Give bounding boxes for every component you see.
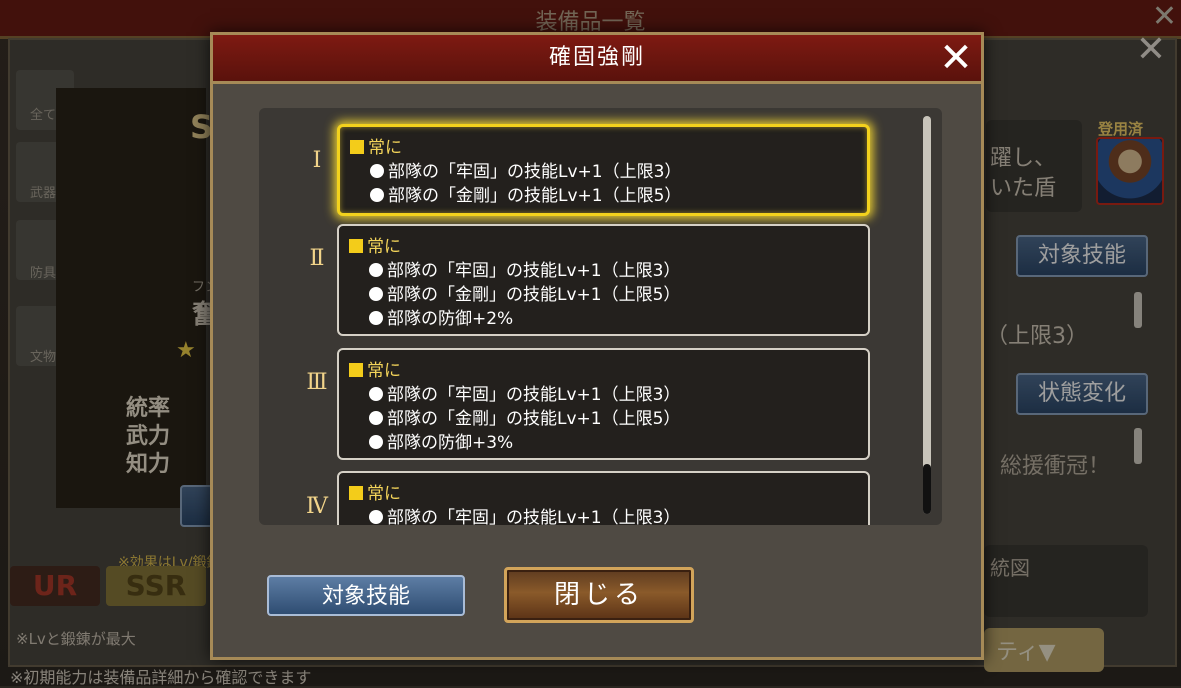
tier-condition-label: 常に bbox=[367, 484, 401, 504]
tier-numeral: Ⅱ bbox=[309, 246, 325, 271]
scrollbar-thumb[interactable] bbox=[923, 464, 931, 514]
tier-card-4[interactable]: 常に 部隊の「牢固」の技能Lv+1（上限3） bbox=[337, 471, 870, 525]
tier-effect-text: 部隊の「金剛」の技能Lv+1（上限5） bbox=[387, 285, 681, 305]
bullet-icon bbox=[369, 263, 383, 277]
tier-effect: 部隊の「牢固」の技能Lv+1（上限3） bbox=[369, 507, 680, 525]
dialog-title: 確固強剛 bbox=[548, 45, 645, 70]
tier-effect-text: 部隊の防御+3% bbox=[387, 433, 514, 453]
tier-effect: 部隊の「金剛」の技能Lv+1（上限5） bbox=[370, 185, 681, 207]
tier-condition-label: 常に bbox=[368, 138, 402, 158]
tier-condition: 常に bbox=[350, 137, 402, 159]
tier-card-2[interactable]: 常に 部隊の「牢固」の技能Lv+1（上限3） 部隊の「金剛」の技能Lv+1（上限… bbox=[337, 224, 870, 336]
tier-effect-text: 部隊の「牢固」の技能Lv+1（上限3） bbox=[387, 508, 681, 525]
tier-effect-text: 部隊の「牢固」の技能Lv+1（上限3） bbox=[387, 385, 681, 405]
tier-effect: 部隊の防御+2% bbox=[369, 308, 513, 330]
tier-effect-text: 部隊の「牢固」の技能Lv+1（上限3） bbox=[388, 162, 682, 182]
bullet-icon bbox=[369, 510, 383, 524]
tier-effect: 部隊の「牢固」の技能Lv+1（上限3） bbox=[369, 384, 680, 406]
tier-numeral: Ⅰ bbox=[312, 148, 322, 173]
tier-effect-text: 部隊の防御+2% bbox=[387, 309, 514, 329]
bullet-icon bbox=[369, 387, 383, 401]
bullet-icon bbox=[370, 188, 384, 202]
tier-effect-text: 部隊の「牢固」の技能Lv+1（上限3） bbox=[387, 261, 681, 281]
bullet-icon bbox=[369, 435, 383, 449]
tier-numeral: Ⅲ bbox=[306, 370, 328, 395]
tier-condition-label: 常に bbox=[367, 361, 401, 381]
tier-effect-text: 部隊の「金剛」の技能Lv+1（上限5） bbox=[388, 186, 682, 206]
tier-card-3[interactable]: 常に 部隊の「牢固」の技能Lv+1（上限3） 部隊の「金剛」の技能Lv+1（上限… bbox=[337, 348, 870, 460]
bullet-icon bbox=[370, 164, 384, 178]
bullet-icon bbox=[369, 287, 383, 301]
tier-effect-dialog: 確固強剛 ✕ Ⅰ 常に 部隊の「牢固」の技能Lv+1（上限3） 部隊の「金剛」の… bbox=[210, 32, 984, 660]
tier-condition: 常に bbox=[349, 360, 401, 382]
tier-list[interactable]: Ⅰ 常に 部隊の「牢固」の技能Lv+1（上限3） 部隊の「金剛」の技能Lv+1（… bbox=[259, 108, 942, 525]
square-icon bbox=[349, 363, 363, 377]
tier-effect-text: 部隊の「金剛」の技能Lv+1（上限5） bbox=[387, 409, 681, 429]
tier-condition: 常に bbox=[349, 483, 401, 505]
tier-condition-label: 常に bbox=[367, 237, 401, 257]
scrollbar-track[interactable] bbox=[923, 116, 931, 514]
tier-effect: 部隊の「牢固」の技能Lv+1（上限3） bbox=[370, 161, 681, 183]
tier-condition: 常に bbox=[349, 236, 401, 258]
tier-card-1[interactable]: 常に 部隊の「牢固」の技能Lv+1（上限3） 部隊の「金剛」の技能Lv+1（上限… bbox=[337, 124, 870, 216]
tier-effect: 部隊の「牢固」の技能Lv+1（上限3） bbox=[369, 260, 680, 282]
tier-effect: 部隊の「金剛」の技能Lv+1（上限5） bbox=[369, 408, 680, 430]
square-icon bbox=[350, 140, 364, 154]
close-button[interactable]: 閉じる bbox=[504, 567, 694, 623]
bullet-icon bbox=[369, 311, 383, 325]
tier-effect: 部隊の「金剛」の技能Lv+1（上限5） bbox=[369, 284, 680, 306]
square-icon bbox=[349, 239, 363, 253]
target-skill-button[interactable]: 対象技能 bbox=[267, 575, 465, 616]
dialog-close-icon[interactable]: ✕ bbox=[933, 35, 979, 81]
tier-numeral: Ⅳ bbox=[306, 494, 328, 519]
bullet-icon bbox=[369, 411, 383, 425]
square-icon bbox=[349, 486, 363, 500]
tier-effect: 部隊の防御+3% bbox=[369, 432, 513, 454]
